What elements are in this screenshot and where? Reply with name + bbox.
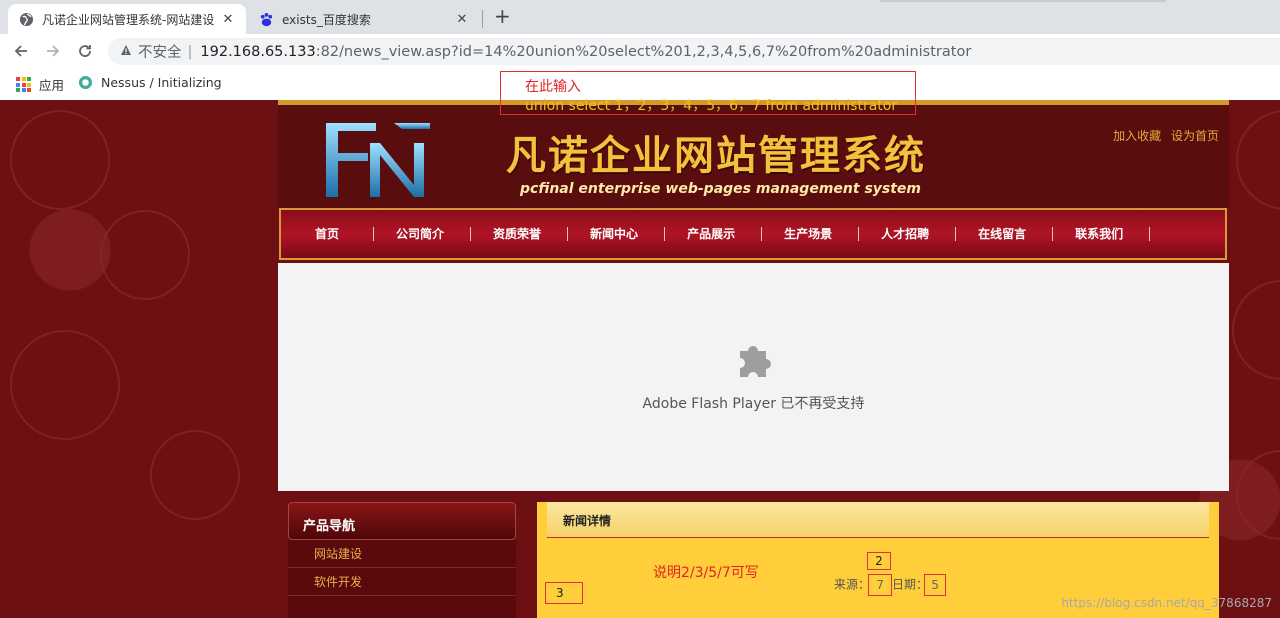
date-label: 日期： xyxy=(892,577,929,592)
sidebar-item-software-dev[interactable]: 软件开发 xyxy=(288,568,516,596)
close-icon[interactable]: ✕ xyxy=(454,12,470,27)
address-bar[interactable]: 不安全 | 192.168.65.133 :82/news_view.asp?i… xyxy=(108,38,1280,65)
decorative-ornament xyxy=(100,210,190,300)
date-value: 5 xyxy=(924,574,947,596)
back-arrow-icon[interactable] xyxy=(10,40,32,62)
nav-about[interactable]: 公司简介 xyxy=(374,227,472,241)
forward-arrow-icon[interactable] xyxy=(42,40,64,62)
site-subtitle: pcfinal enterprise web-pages management … xyxy=(520,181,922,197)
csdn-watermark: https://blog.csdn.net/qq_37868287 xyxy=(1061,596,1272,610)
site-title: 凡诺企业网站管理系统 xyxy=(506,132,926,179)
bookmark-label: Nessus / Initializing xyxy=(101,75,222,90)
address-separator: | xyxy=(187,43,193,60)
reload-icon[interactable] xyxy=(74,40,96,62)
tab-title: 凡诺企业网站管理系统-网站建设 xyxy=(42,12,215,27)
flash-placeholder: Adobe Flash Player 已不再受支持 xyxy=(278,263,1229,491)
tab-strip-line xyxy=(880,0,1166,2)
nessus-icon xyxy=(78,75,93,90)
bookmark-label: 应用 xyxy=(39,78,65,93)
set-homepage-link[interactable]: 设为首页 xyxy=(1171,129,1219,143)
add-favorite-link[interactable]: 加入收藏 xyxy=(1113,129,1161,143)
source-value: 7 xyxy=(868,574,893,596)
tab-separator xyxy=(482,10,483,28)
insecure-label: 不安全 xyxy=(138,45,182,61)
url-path: :82/news_view.asp?id=14%20union%20select… xyxy=(315,43,972,60)
browser-toolbar: 不安全 | 192.168.65.133 :82/news_view.asp?i… xyxy=(0,34,1280,68)
decorative-ornament xyxy=(1232,280,1280,380)
nav-honors[interactable]: 资质荣誉 xyxy=(471,227,569,241)
browser-tab-bar: 凡诺企业网站管理系统-网站建设 ✕ exists_百度搜索 ✕ + xyxy=(0,0,1280,34)
flash-unsupported-message: Adobe Flash Player 已不再受支持 xyxy=(642,396,865,412)
warning-triangle-icon xyxy=(120,44,132,59)
baidu-paw-icon xyxy=(258,11,274,27)
product-nav-sidebar: 产品导航 网站建设 软件开发 xyxy=(288,502,516,618)
tab-title: exists_百度搜索 xyxy=(282,12,371,27)
decorative-ornament xyxy=(1236,110,1280,210)
website: 凡诺企业网站管理系统 pcfinal enterprise web-pages … xyxy=(278,100,1229,618)
decorative-ornament xyxy=(10,330,120,440)
decorative-ornament xyxy=(10,110,110,210)
url-host: 192.168.65.133 xyxy=(200,43,316,60)
apps-grid-icon xyxy=(16,77,31,92)
new-tab-button[interactable]: + xyxy=(494,4,511,28)
bookmark-apps[interactable]: 应用 xyxy=(16,75,64,94)
header-links: 加入收藏 设为首页 xyxy=(1107,127,1219,144)
writable-columns-note: 说明2/3/5/7可写 xyxy=(653,565,759,581)
puzzle-plugin-icon xyxy=(732,337,776,381)
decorative-ornament xyxy=(150,430,240,520)
annotation-line-1: 在此输入 xyxy=(525,79,581,95)
annotation-line-2: union select 1，2，3，4，5，6，7 from administ… xyxy=(525,98,898,114)
tab-baidu[interactable]: exists_百度搜索 ✕ xyxy=(248,4,480,34)
fn-logo-icon xyxy=(318,117,438,201)
site-nav: 首页 公司简介 资质荣誉 新闻中心 产品展示 生产场景 人才招聘 在线留言 联系… xyxy=(279,208,1227,260)
decorative-ornament xyxy=(1236,450,1280,540)
globe-icon xyxy=(18,11,34,27)
nav-news[interactable]: 新闻中心 xyxy=(568,227,666,241)
nav-products[interactable]: 产品展示 xyxy=(665,227,763,241)
nav-production[interactable]: 生产场景 xyxy=(762,227,860,241)
nav-jobs[interactable]: 人才招聘 xyxy=(859,227,957,241)
bookmark-nessus[interactable]: Nessus / Initializing xyxy=(78,75,222,90)
site-header: 凡诺企业网站管理系统 pcfinal enterprise web-pages … xyxy=(278,100,1229,208)
nav-home[interactable]: 首页 xyxy=(295,227,375,241)
news-content-value: 3 xyxy=(545,582,583,604)
sidebar-item-web-dev[interactable]: 网站建设 xyxy=(288,540,516,568)
nav-contact[interactable]: 联系我们 xyxy=(1053,227,1151,241)
close-icon[interactable]: ✕ xyxy=(220,12,236,27)
news-meta: 来源： 7 日期： 5 xyxy=(834,574,947,596)
news-title-value: 2 xyxy=(867,552,891,570)
tab-fanuo[interactable]: 凡诺企业网站管理系统-网站建设 ✕ xyxy=(8,4,246,34)
news-heading: 新闻详情 xyxy=(547,502,1209,538)
nav-guestbook[interactable]: 在线留言 xyxy=(956,227,1054,241)
sidebar-heading: 产品导航 xyxy=(288,502,516,540)
source-label: 来源： xyxy=(834,577,871,592)
